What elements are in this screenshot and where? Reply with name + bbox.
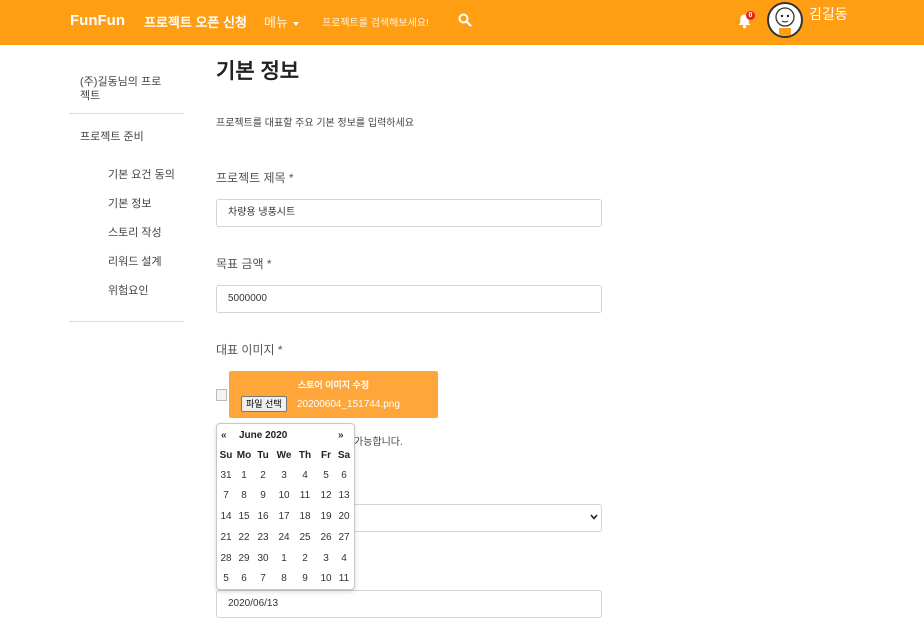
datepicker-weekday: Fr [321, 450, 331, 461]
datepicker-day[interactable]: 15 [234, 511, 254, 522]
datepicker-day[interactable]: 28 [216, 553, 236, 564]
datepicker-day[interactable]: 6 [234, 573, 254, 584]
datepicker-day[interactable]: 23 [253, 532, 273, 543]
datepicker-day[interactable]: 19 [316, 511, 336, 522]
sidebar-item-terms[interactable]: 기본 요건 동의 [108, 166, 175, 182]
datepicker-day[interactable]: 13 [334, 490, 354, 501]
goal-amount-label: 목표 금액 * [216, 257, 272, 271]
datepicker-weekday: We [276, 450, 292, 461]
datepicker-day[interactable]: 10 [274, 490, 294, 501]
image-hint-text: 가능합니다. [354, 437, 403, 448]
datepicker-weekday: Su [219, 450, 233, 461]
datepicker-day[interactable]: 14 [216, 511, 236, 522]
datepicker-day[interactable]: 5 [316, 470, 336, 481]
end-date-input[interactable]: 2020/06/13 [216, 590, 602, 618]
datepicker-day[interactable]: 22 [234, 532, 254, 543]
notification-badge: 0 [746, 11, 755, 20]
datepicker-day[interactable]: 1 [234, 470, 254, 481]
sidebar-item-risk[interactable]: 위험요인 [108, 282, 148, 298]
datepicker-weekday: Tu [257, 450, 269, 461]
caret-down-icon [292, 21, 299, 26]
sidebar-divider [69, 321, 184, 322]
sidebar-section-prep[interactable]: 프로젝트 준비 [80, 128, 144, 144]
datepicker-day[interactable]: 3 [316, 553, 336, 564]
menu-label: 메뉴 [264, 15, 288, 30]
datepicker-day[interactable]: 8 [274, 573, 294, 584]
datepicker-day[interactable]: 26 [316, 532, 336, 543]
datepicker-day[interactable]: 7 [253, 573, 273, 584]
project-title-input[interactable]: 차량용 냉풍시트 [216, 199, 602, 227]
user-name[interactable]: 김길동 [809, 4, 848, 24]
datepicker-day[interactable]: 9 [295, 573, 315, 584]
chevron-down-icon [590, 514, 598, 520]
datepicker-day[interactable]: 18 [295, 511, 315, 522]
image-upload-box[interactable]: 스토어 이미지 수정 파일 선택 20200604_151744.png [229, 371, 438, 418]
datepicker-day[interactable]: 31 [216, 470, 236, 481]
datepicker-weekday: Mo [236, 450, 252, 461]
avatar[interactable] [767, 2, 803, 38]
datepicker-day[interactable]: 4 [295, 470, 315, 481]
sidebar-project-name: (주)길동님의 프로젝트 [80, 76, 162, 102]
datepicker-day[interactable]: 8 [234, 490, 254, 501]
datepicker-day[interactable]: 6 [334, 470, 354, 481]
datepicker-next-button[interactable]: » [338, 430, 344, 441]
datepicker-day[interactable]: 1 [274, 553, 294, 564]
file-select-button[interactable]: 파일 선택 [241, 396, 287, 412]
sidebar-item-basic-info[interactable]: 기본 정보 [108, 195, 152, 211]
search-input[interactable]: 프로젝트를 검색해보세요! [322, 14, 429, 29]
datepicker-day[interactable]: 9 [253, 490, 273, 501]
required-mark: * [288, 171, 294, 185]
datepicker-day[interactable]: 3 [274, 470, 294, 481]
datepicker-day[interactable]: 17 [274, 511, 294, 522]
avatar-icon [775, 7, 795, 36]
goal-amount-input[interactable]: 5000000 [216, 285, 602, 313]
datepicker-month-title[interactable]: June 2020 [239, 430, 287, 441]
datepicker-day[interactable]: 27 [334, 532, 354, 543]
upload-title: 스토어 이미지 수정 [297, 380, 370, 390]
datepicker-day[interactable]: 16 [253, 511, 273, 522]
datepicker-day[interactable]: 11 [334, 573, 354, 584]
datepicker-weekday: Sa [337, 450, 351, 461]
datepicker-day[interactable]: 21 [216, 532, 236, 543]
datepicker-day[interactable]: 7 [216, 490, 236, 501]
file-name: 20200604_151744.png [297, 399, 400, 410]
search-icon[interactable] [458, 13, 472, 27]
datepicker-prev-button[interactable]: « [221, 430, 227, 441]
datepicker-day[interactable]: 24 [274, 532, 294, 543]
datepicker-day[interactable]: 5 [216, 573, 236, 584]
datepicker-day[interactable]: 11 [295, 490, 315, 501]
sidebar-item-reward[interactable]: 리워드 설계 [108, 253, 162, 269]
image-preview [216, 389, 227, 401]
datepicker-day[interactable]: 30 [253, 553, 273, 564]
open-project-link[interactable]: 프로젝트 오픈 신청 [144, 12, 247, 31]
project-title-label: 프로젝트 제목 * [216, 171, 294, 185]
sidebar-item-story[interactable]: 스토리 작성 [108, 224, 162, 240]
datepicker: « June 2020 » Su Mo Tu We Th Fr Sa 31 1 2 3 4 5 6 7 8 9 1… [216, 423, 355, 590]
image-label: 대표 이미지 * [216, 343, 283, 357]
datepicker-weekday: Th [298, 450, 312, 461]
sidebar-divider [69, 113, 184, 114]
top-navbar: FunFun 프로젝트 오픈 신청 메뉴 프로젝트를 검색해보세요! 0 김길동 [0, 0, 924, 45]
datepicker-day[interactable]: 12 [316, 490, 336, 501]
datepicker-day[interactable]: 2 [295, 553, 315, 564]
datepicker-day[interactable]: 25 [295, 532, 315, 543]
required-mark: * [277, 343, 283, 357]
page-title: 기본 정보 [216, 60, 300, 83]
datepicker-day[interactable]: 2 [253, 470, 273, 481]
datepicker-day[interactable]: 20 [334, 511, 354, 522]
datepicker-day[interactable]: 10 [316, 573, 336, 584]
datepicker-day[interactable]: 29 [234, 553, 254, 564]
required-mark: * [266, 257, 272, 271]
brand-logo[interactable]: FunFun [70, 12, 125, 29]
menu-dropdown[interactable]: 메뉴 [264, 12, 299, 31]
page-intro: 프로젝트를 대표할 주요 기본 정보를 입력하세요 [216, 118, 414, 129]
category-select[interactable] [352, 504, 602, 532]
datepicker-day[interactable]: 4 [334, 553, 354, 564]
